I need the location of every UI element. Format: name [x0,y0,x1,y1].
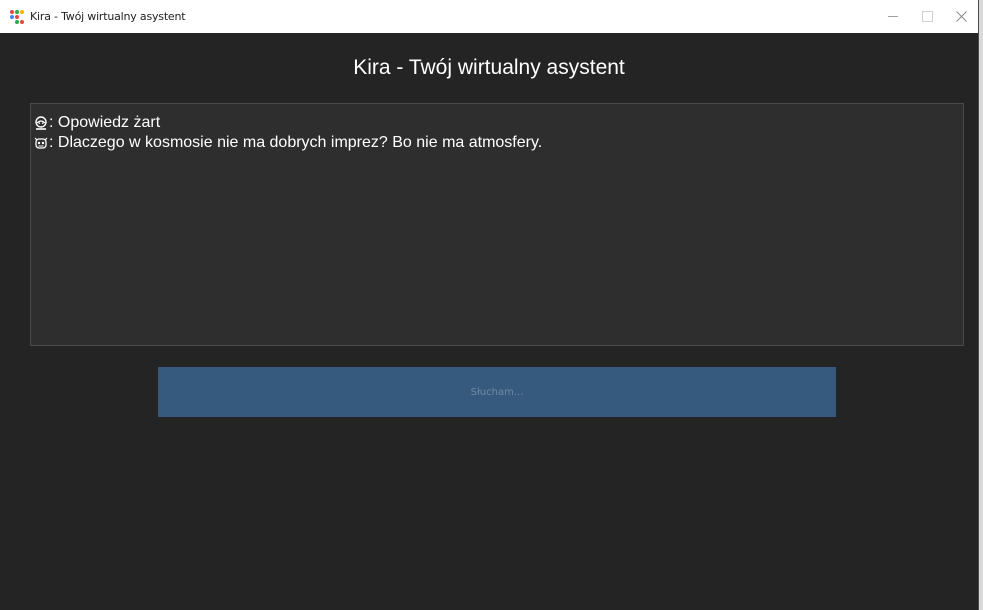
listen-button-label: Słucham... [470,386,524,398]
window-edge [979,0,983,610]
chat-message-user: : Opowiedz żart [34,113,963,133]
maximize-icon [921,11,933,22]
chat-message-text: : Dlaczego w kosmosie nie ma dobrych imp… [49,134,543,151]
close-icon [955,11,967,22]
minimize-icon [888,16,898,17]
app-header: Kira - Twój wirtualny asystent [353,56,625,79]
window-title: Kira - Twój wirtualny asystent [30,10,186,23]
app-window: Kira - Twój wirtualny asystent Kira - Tw… [0,0,979,610]
chat-message-assistant: : Dlaczego w kosmosie nie ma dobrych imp… [34,133,963,153]
chat-history[interactable]: : Opowiedz żart : Dlaczego w kosmosie ni… [30,103,964,346]
maximize-button[interactable] [910,0,944,33]
title-bar[interactable]: Kira - Twój wirtualny asystent [0,0,978,33]
chat-message-text: : Opowiedz żart [49,114,161,131]
robot-icon [34,136,48,150]
app-logo-icon [10,9,24,24]
close-button[interactable] [944,0,978,33]
minimize-button[interactable] [876,0,910,33]
user-icon [34,116,48,130]
window-controls [876,0,978,33]
listen-button[interactable]: Słucham... [158,367,836,417]
